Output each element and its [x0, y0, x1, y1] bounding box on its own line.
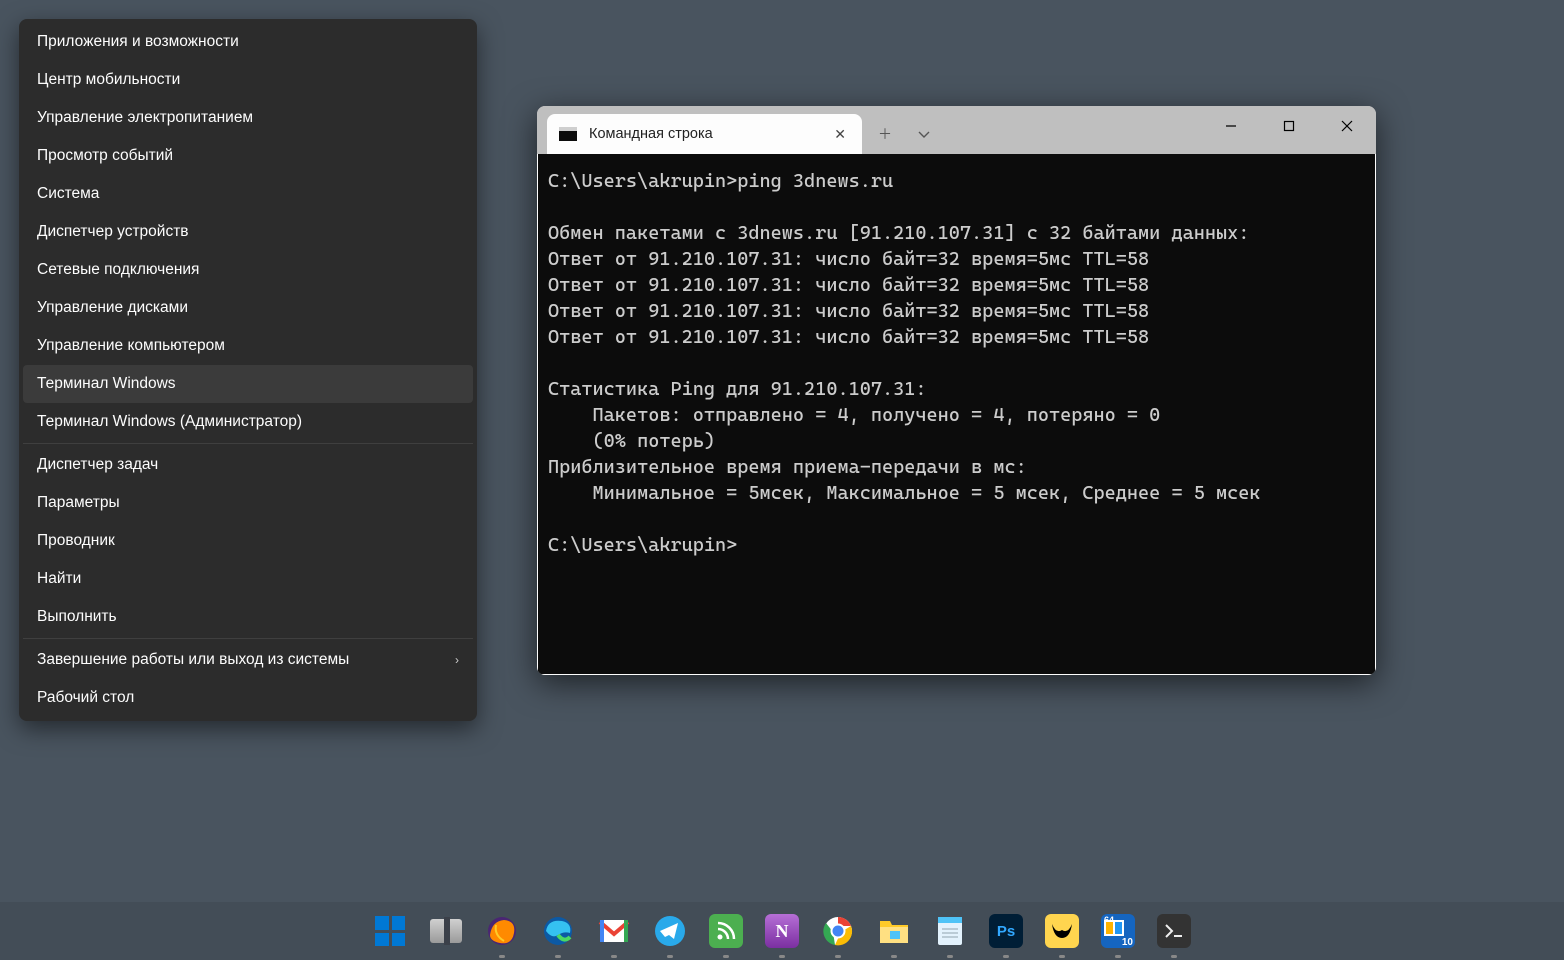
menu-item-label: Терминал Windows	[37, 375, 176, 393]
menu-item-label: Система	[37, 185, 99, 203]
close-button[interactable]	[1318, 106, 1376, 146]
menu-item[interactable]: Рабочий стол	[23, 679, 473, 717]
menu-item[interactable]: Диспетчер задач	[23, 446, 473, 484]
menu-item-label: Проводник	[37, 532, 115, 550]
winx-context-menu: Приложения и возможности Центр мобильност…	[19, 19, 477, 721]
menu-item-label: Завершение работы или выход из системы	[37, 651, 349, 669]
totalcmd-icon[interactable]: 64 10	[1097, 910, 1139, 952]
menu-item[interactable]: Проводник	[23, 522, 473, 560]
tab-dropdown-button[interactable]	[910, 120, 938, 148]
menu-item[interactable]: Управление компьютером	[23, 327, 473, 365]
photoshop-icon[interactable]: Ps	[985, 910, 1027, 952]
menu-separator	[23, 443, 473, 444]
firefox-icon[interactable]	[481, 910, 523, 952]
menu-item[interactable]: Найти	[23, 560, 473, 598]
edge-icon[interactable]	[537, 910, 579, 952]
task-view-button[interactable]	[425, 910, 467, 952]
taskbar: N Ps 64 10	[0, 902, 1564, 960]
rss-icon[interactable]	[705, 910, 747, 952]
menu-item-label: Терминал Windows (Администратор)	[37, 413, 302, 431]
chevron-right-icon: ›	[455, 653, 459, 667]
menu-item[interactable]: Выполнить	[23, 598, 473, 636]
menu-item-label: Приложения и возможности	[37, 33, 239, 51]
explorer-icon[interactable]	[873, 910, 915, 952]
menu-item[interactable]: Терминал Windows	[23, 365, 473, 403]
menu-item-label: Управление компьютером	[37, 337, 225, 355]
menu-item-label: Диспетчер задач	[37, 456, 158, 474]
menu-item[interactable]: Терминал Windows (Администратор)	[23, 403, 473, 441]
gmail-icon[interactable]	[593, 910, 635, 952]
menu-item-label: Параметры	[37, 494, 120, 512]
start-button[interactable]	[369, 910, 411, 952]
terminal-tab[interactable]: Командная строка ✕	[547, 114, 862, 154]
minimize-button[interactable]	[1202, 106, 1260, 146]
terminal-app-icon[interactable]	[1153, 910, 1195, 952]
cmd-icon	[559, 127, 577, 141]
menu-item-label: Управление дисками	[37, 299, 188, 317]
menu-item[interactable]: Завершение работы или выход из системы ›	[23, 641, 473, 679]
menu-item[interactable]: Приложения и возможности	[23, 23, 473, 61]
menu-item-label: Управление электропитанием	[37, 109, 253, 127]
chrome-icon[interactable]	[817, 910, 859, 952]
menu-item[interactable]: Параметры	[23, 484, 473, 522]
tab-close-button[interactable]: ✕	[830, 122, 850, 147]
menu-item-label: Центр мобильности	[37, 71, 180, 89]
maximize-button[interactable]	[1260, 106, 1318, 146]
menu-item[interactable]: Центр мобильности	[23, 61, 473, 99]
telegram-icon[interactable]	[649, 910, 691, 952]
onenote-icon[interactable]: N	[761, 910, 803, 952]
menu-item[interactable]: Управление электропитанием	[23, 99, 473, 137]
menu-item[interactable]: Просмотр событий	[23, 137, 473, 175]
menu-separator	[23, 638, 473, 639]
menu-item[interactable]: Диспетчер устройств	[23, 213, 473, 251]
titlebar[interactable]: Командная строка ✕ ＋	[537, 106, 1376, 154]
terminal-window: Командная строка ✕ ＋ C:\Users\akrupin>pi…	[537, 106, 1376, 675]
menu-item[interactable]: Сетевые подключения	[23, 251, 473, 289]
menu-item-label: Рабочий стол	[37, 689, 134, 707]
menu-item-label: Найти	[37, 570, 81, 588]
tab-actions: ＋	[862, 114, 946, 154]
new-tab-button[interactable]: ＋	[870, 118, 900, 150]
window-controls	[1202, 106, 1376, 146]
notepad-icon[interactable]	[929, 910, 971, 952]
terminal-output[interactable]: C:\Users\akrupin>ping 3dnews.ru Обмен па…	[537, 154, 1376, 675]
menu-item-label: Выполнить	[37, 608, 117, 626]
bat-icon[interactable]	[1041, 910, 1083, 952]
menu-item-label: Просмотр событий	[37, 147, 173, 165]
menu-item[interactable]: Управление дисками	[23, 289, 473, 327]
tab-title: Командная строка	[589, 126, 818, 142]
menu-item-label: Диспетчер устройств	[37, 223, 189, 241]
menu-item[interactable]: Система	[23, 175, 473, 213]
menu-item-label: Сетевые подключения	[37, 261, 199, 279]
